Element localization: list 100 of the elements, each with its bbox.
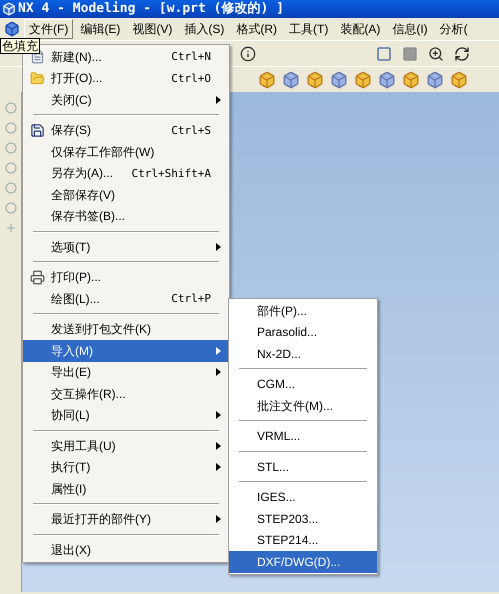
menu-item[interactable]: 协同(L) (23, 404, 229, 426)
menu-item-label: 最近打开的部件(Y) (51, 513, 151, 526)
menu-item-label: VRML... (257, 430, 300, 442)
menu-item-label: STEP203... (257, 512, 318, 525)
menu-item-label: 打开(O)... (51, 72, 102, 84)
printer-icon (30, 270, 44, 285)
tooltip: 色填充 (0, 38, 40, 54)
menu-item-label: 批注文件(M)... (257, 400, 333, 412)
menu-item-label: Nx-2D... (257, 348, 302, 360)
window-title: NX 4 - Modeling - [w.prt (修改的) ] (18, 0, 284, 18)
menu-item[interactable]: 部件(P)... (229, 300, 377, 322)
menu-item[interactable]: STL... (229, 456, 377, 478)
menu-item-label: 发送到打包文件(K) (51, 323, 151, 336)
menu-item[interactable]: 打印(P)... (23, 266, 229, 288)
sketch-tool-icon[interactable] (4, 182, 16, 194)
menu-item[interactable]: 发送到打包文件(K) (23, 318, 229, 340)
menu-item-label: 保存(S) (51, 124, 91, 136)
zoom-icon[interactable] (428, 46, 444, 62)
shortcut-label: Ctrl+Shift+A (132, 168, 211, 179)
shortcut-label: Ctrl+P (171, 293, 211, 304)
menu-item-label: STL... (257, 460, 290, 473)
sketch-tool-icon[interactable] (4, 202, 16, 214)
menu-item[interactable]: Parasolid... (229, 322, 377, 343)
sketch-tool-icon[interactable] (4, 102, 16, 114)
rotate-icon[interactable] (454, 46, 470, 62)
menu-item[interactable]: 批注文件(M)... (229, 395, 377, 416)
menu-item[interactable]: 另存为(A)... Ctrl+Shift+A (23, 162, 229, 184)
menu-item-label: 仅保存工作部件(W) (51, 146, 154, 158)
solid-view-icon[interactable] (402, 70, 420, 88)
menu-item[interactable]: 保存(S) Ctrl+S (23, 120, 229, 141)
menu-item[interactable]: 属性(I) (23, 478, 229, 500)
menu-bar-item[interactable]: 编辑(E) (75, 19, 126, 39)
menu-item[interactable]: 导出(E) (23, 362, 229, 383)
menu-item-label: STEP214... (257, 534, 318, 546)
menu-bar-item[interactable]: 信息(I) (387, 19, 433, 39)
menu-item[interactable]: STEP203... (229, 508, 377, 530)
menu-item[interactable]: 退出(X) (23, 539, 229, 560)
menu-item-label: 关闭(C) (51, 94, 92, 106)
menu-item[interactable]: 选项(T) (23, 236, 229, 258)
menu-bar-item[interactable]: 工具(T) (284, 19, 334, 39)
solid-view-icon[interactable] (450, 70, 468, 88)
sketch-tool-icon[interactable] (4, 142, 16, 154)
shaded-square-icon[interactable] (402, 46, 418, 62)
fit-view-icon[interactable] (376, 46, 392, 62)
menu-item[interactable]: STEP214... (229, 530, 377, 551)
menu-item[interactable]: 打开(O)... Ctrl+O (23, 68, 229, 89)
menu-item[interactable]: IGES... (229, 486, 377, 508)
menu-item-label: 全部保存(V) (51, 188, 115, 201)
solid-view-icon[interactable] (330, 70, 348, 88)
solid-view-icon[interactable] (306, 70, 324, 88)
solid-view-icon[interactable] (258, 70, 276, 88)
app-logo-icon (2, 2, 16, 16)
menu-item-label: 属性(I) (51, 482, 86, 495)
menu-item-label: 保存书签(B)... (51, 210, 125, 222)
menu-item[interactable]: 实用工具(U) (23, 435, 229, 456)
menu-item[interactable]: VRML... (229, 426, 377, 447)
menu-item-label: 另存为(A)... (51, 167, 113, 180)
menu-item[interactable]: DXF/DWG(D)... (229, 551, 377, 572)
menu-item[interactable]: 全部保存(V) (23, 184, 229, 206)
menu-item[interactable]: 导入(M) (23, 340, 229, 362)
shortcut-label: Ctrl+N (171, 51, 211, 62)
menu-item-label: 导出(E) (51, 366, 91, 378)
menu-item-label: 执行(T) (51, 461, 90, 474)
menu-item[interactable]: 交互操作(R)... (23, 383, 229, 404)
sketch-tool-icon[interactable] (4, 122, 16, 134)
solid-view-icon[interactable] (282, 70, 300, 88)
menu-item[interactable]: CGM... (229, 374, 377, 395)
menu-bar-item[interactable]: 分析( (434, 19, 473, 39)
shortcut-label: Ctrl+S (171, 124, 211, 136)
menu-item-label: 退出(X) (51, 544, 91, 556)
menu-item[interactable]: 仅保存工作部件(W) (23, 141, 229, 162)
plus-icon[interactable] (4, 222, 16, 234)
menu-item-label: 打印(P)... (51, 271, 101, 284)
menu-item-label: Parasolid... (257, 326, 318, 338)
menu-bar-item[interactable]: 装配(A) (335, 19, 386, 39)
sketch-tool-icon[interactable] (4, 162, 16, 174)
solid-view-icon[interactable] (426, 70, 444, 88)
menu-item[interactable]: 执行(T) (23, 456, 229, 478)
menu-item-label: 交互操作(R)... (51, 388, 126, 400)
menu-item-label: DXF/DWG(D)... (257, 556, 340, 568)
menu-bar-item[interactable]: 格式(R) (231, 19, 282, 39)
menu-item[interactable]: 保存书签(B)... (23, 206, 229, 227)
menu-item-label: 部件(P)... (257, 304, 307, 317)
menu-item[interactable]: 关闭(C) (23, 89, 229, 110)
menu-item-label: 选项(T) (51, 240, 90, 253)
menu-bar-item[interactable]: 视图(V) (127, 19, 178, 39)
save-icon (30, 122, 44, 138)
menu-item[interactable]: Nx-2D... (229, 343, 377, 364)
menu-item-label: CGM... (257, 378, 295, 390)
menu-item[interactable]: 绘图(L)... Ctrl+P (23, 288, 229, 310)
menu-item-label: 导入(M) (51, 344, 93, 357)
solid-view-icon[interactable] (378, 70, 396, 88)
info-icon[interactable] (240, 46, 256, 62)
menu-bar-item[interactable]: 插入(S) (179, 19, 230, 39)
menu-item-label: IGES... (257, 491, 296, 504)
app-menu-icon[interactable] (4, 21, 20, 37)
shortcut-label: Ctrl+O (171, 72, 211, 84)
solid-view-icon[interactable] (354, 70, 372, 88)
menu-item-label: 实用工具(U) (51, 440, 116, 452)
menu-item[interactable]: 最近打开的部件(Y) (23, 508, 229, 530)
